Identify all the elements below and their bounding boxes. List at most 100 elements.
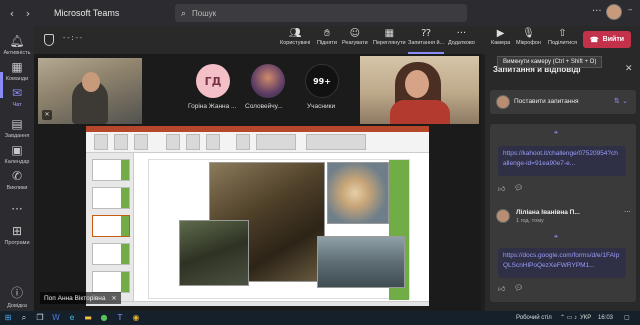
- shield-icon: [44, 34, 54, 46]
- more-actions-label: Додатково: [448, 40, 475, 46]
- mic-label: Мікрофон: [516, 40, 541, 46]
- more-actions-button[interactable]: ··· Додатково: [448, 27, 475, 46]
- notifications-icon[interactable]: ▢: [624, 311, 630, 325]
- video-tile-participant[interactable]: ✕: [38, 58, 142, 124]
- video-tile-presenter[interactable]: [360, 56, 479, 124]
- meeting-stage: ✕ ГД Горіна Жанна ... Соловейчу... 99+ У…: [34, 54, 481, 311]
- meeting-toolbar: --:-- 👥︎ Користувачі ✋︎ Підняти ☺ Реагув…: [34, 26, 640, 54]
- ask-question-button[interactable]: Поставити запитання ⇅ ⌄: [490, 90, 636, 114]
- ribbon-group: [134, 134, 148, 150]
- raise-hand-button[interactable]: ✋︎ Підняти: [317, 27, 337, 46]
- view-icon: ▦: [384, 28, 395, 39]
- like-icon[interactable]: 👍︎: [498, 184, 505, 193]
- ribbon-group: [306, 134, 366, 150]
- question-link[interactable]: https://kahoot.it/challenge/07520954?cha…: [498, 146, 626, 176]
- powerpoint-ribbon: [86, 126, 429, 153]
- back-arrow-icon[interactable]: ‹: [4, 7, 20, 20]
- leave-button[interactable]: ☎ Вийти: [583, 31, 631, 48]
- reply-icon[interactable]: 💬︎: [514, 184, 523, 192]
- slide-thumbnails: [86, 153, 134, 301]
- ribbon-group: [186, 134, 200, 150]
- qa-icon: ⁇: [421, 28, 431, 39]
- ribbon-group: [94, 134, 108, 150]
- shared-screen: [86, 126, 429, 306]
- share-label: Поділитися: [548, 40, 577, 46]
- ribbon-group: [166, 134, 180, 150]
- qa-button[interactable]: ⁇ Запитання й...: [408, 27, 445, 54]
- forward-arrow-icon[interactable]: ›: [20, 7, 36, 20]
- search-icon: ⌕: [181, 7, 187, 18]
- green-app-icon[interactable]: ●: [96, 311, 112, 325]
- search-input[interactable]: ⌕ Пошук: [175, 4, 467, 22]
- title-bar: ‹ › Microsoft Teams ⌕ Пошук ··· –: [0, 0, 640, 26]
- clock[interactable]: 16:03: [598, 311, 613, 325]
- ribbon-group: [236, 134, 250, 150]
- edge-icon[interactable]: e: [64, 311, 80, 325]
- sort-icon[interactable]: ⇅ ⌄: [614, 97, 628, 105]
- share-button[interactable]: ⇧ Поділитися: [548, 27, 577, 46]
- mic-button[interactable]: 🎙︎ Мікрофон: [516, 27, 541, 46]
- participant-name: Соловейчу...: [245, 103, 283, 110]
- camera-button[interactable]: ▶ Камера: [491, 27, 510, 46]
- rail-label: Довідка: [7, 303, 27, 309]
- chat-icon: ✉: [11, 86, 23, 100]
- view-button[interactable]: ▦ Переглянути: [373, 27, 406, 46]
- presenter-video-face: [405, 70, 429, 98]
- more-options-icon[interactable]: ···: [592, 6, 602, 17]
- leave-label: Вийти: [602, 36, 625, 43]
- teams-taskbar-icon[interactable]: T: [112, 311, 128, 325]
- more-options-icon[interactable]: ···: [624, 208, 631, 216]
- slide-thumbnail: [92, 215, 130, 237]
- question-icon: ❝: [554, 234, 558, 242]
- avatar[interactable]: [606, 4, 622, 20]
- question-author: Ліліана Іванівна П...: [516, 209, 580, 216]
- language-indicator[interactable]: УКР: [580, 311, 591, 325]
- assignments-icon: ▤: [11, 117, 23, 131]
- task-view-icon[interactable]: ❐: [32, 311, 48, 325]
- windows-start-icon[interactable]: ⊞: [0, 311, 16, 325]
- hang-up-icon: ☎: [589, 36, 599, 44]
- people-button[interactable]: 👥︎ Користувачі: [280, 27, 310, 46]
- windows-taskbar: ⊞ ⌕ ❐ W e ▬ ● T ◉ Робочий стіл ⌃ ▭ ♪ УКР…: [0, 311, 640, 325]
- participant-avatar-initials[interactable]: ГД: [196, 64, 230, 98]
- like-icon[interactable]: 👍︎: [498, 284, 505, 293]
- qa-panel: Запитання й відповіді ✕ Поставити запита…: [485, 54, 640, 311]
- calendar-icon: ▣: [11, 143, 23, 157]
- tray-icons[interactable]: ⌃ ▭ ♪: [560, 311, 577, 325]
- mic-off-icon: ✕: [42, 110, 52, 120]
- rail-item-calls[interactable]: ✆ Виклики: [0, 165, 34, 199]
- question-link[interactable]: https://docs.google.com/forms/d/e/1FAIpQ…: [498, 248, 626, 278]
- teams-window: ‹ › Microsoft Teams ⌕ Пошук ··· – 🔔︎ Акт…: [0, 0, 640, 325]
- rail-item-chat[interactable]: ✉ Чат: [0, 82, 34, 116]
- taskbar-desktop-label[interactable]: Робочий стіл: [516, 311, 552, 325]
- rail-item-apps[interactable]: ⊞ Програми: [0, 220, 34, 254]
- rail-label: Програми: [4, 240, 30, 246]
- powerpoint-status-bar: [86, 301, 429, 306]
- reply-icon[interactable]: 💬︎: [514, 284, 523, 292]
- mic-off-icon: 🎙︎: [522, 28, 535, 39]
- mic-off-icon: ✕: [111, 295, 117, 302]
- react-button[interactable]: ☺ Реагувати: [342, 27, 368, 46]
- ask-question-label: Поставити запитання: [514, 98, 579, 105]
- word-icon[interactable]: W: [48, 311, 64, 325]
- avatar: [496, 95, 510, 109]
- slide-photo-soldiers: [179, 220, 249, 286]
- participant-avatar-photo[interactable]: [251, 64, 285, 98]
- presenter-name-tag: Поп Анна Вікторівна ✕: [40, 292, 121, 304]
- participants-overflow[interactable]: 99+: [305, 64, 339, 98]
- rail-label: Чат: [12, 102, 22, 108]
- camera-tooltip: Вимкнути камеру (Ctrl + Shift + O): [497, 56, 603, 68]
- bell-icon: 🔔︎: [9, 34, 25, 48]
- explorer-icon[interactable]: ▬: [80, 311, 96, 325]
- search-icon[interactable]: ⌕: [16, 311, 32, 325]
- rail-item-help[interactable]: ⓘ Довідка: [0, 280, 34, 314]
- ribbon-tabs: [86, 126, 429, 132]
- more-icon: ···: [456, 28, 467, 39]
- minimize-icon[interactable]: –: [628, 5, 633, 15]
- close-icon[interactable]: ✕: [625, 64, 633, 74]
- ribbon-group: [206, 134, 220, 150]
- camera-icon: ▶: [496, 28, 505, 39]
- chrome-icon[interactable]: ◉: [128, 311, 144, 325]
- rail-label: Виклики: [6, 185, 28, 191]
- app-rail: 🔔︎ Активність ▦ Команди ✉ Чат ▤ Завдання…: [0, 26, 34, 311]
